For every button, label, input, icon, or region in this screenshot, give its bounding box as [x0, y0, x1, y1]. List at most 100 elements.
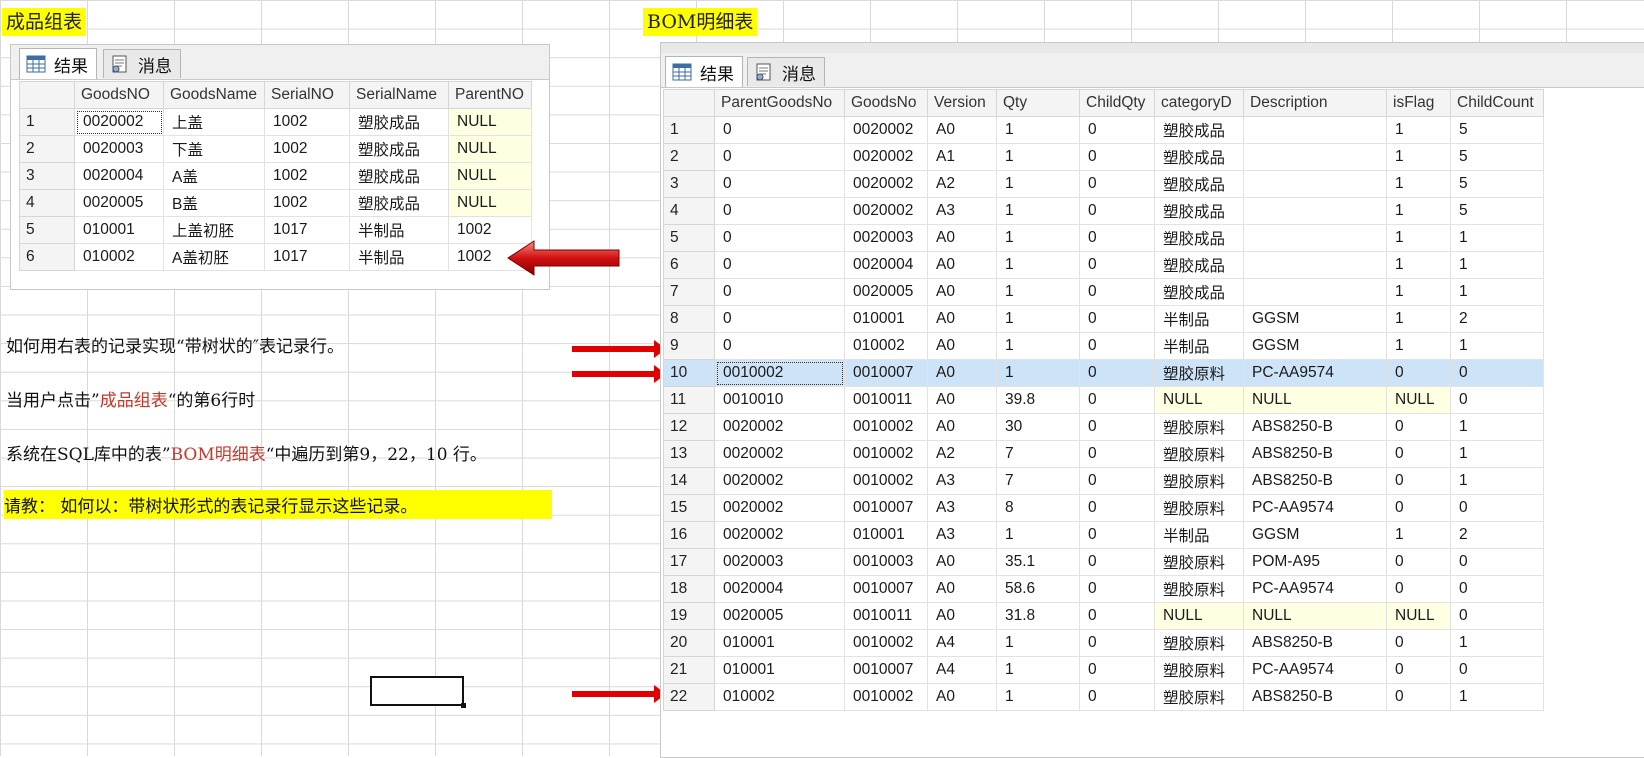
- row-number[interactable]: 13: [663, 440, 715, 468]
- table-cell[interactable]: A0: [927, 305, 997, 333]
- table-cell[interactable]: 010002: [844, 332, 928, 360]
- table-cell[interactable]: 1: [1450, 224, 1544, 252]
- table-cell[interactable]: 0020003: [74, 135, 164, 163]
- table-cell[interactable]: PC-AA9574: [1243, 656, 1387, 684]
- column-header[interactable]: isFlag: [1386, 89, 1451, 117]
- table-cell[interactable]: 0020004: [74, 162, 164, 190]
- table-cell[interactable]: 1: [1386, 278, 1451, 306]
- table-cell[interactable]: 0: [1386, 656, 1451, 684]
- table-cell[interactable]: 010001: [844, 521, 928, 549]
- table-cell[interactable]: 0020002: [714, 413, 845, 441]
- table-cell[interactable]: 0: [1450, 359, 1544, 387]
- row-number[interactable]: 1: [663, 116, 715, 144]
- table-cell[interactable]: A3: [927, 197, 997, 225]
- table-cell[interactable]: 0020002: [844, 170, 928, 198]
- table-cell[interactable]: 0: [714, 224, 845, 252]
- table-cell[interactable]: A0: [927, 251, 997, 279]
- table-row[interactable]: 20 010001 0010002 A4 1 0 塑胶原料 ABS8250-B 0 1: [663, 629, 1544, 657]
- table-cell[interactable]: 1: [996, 197, 1080, 225]
- table-cell[interactable]: 2: [1450, 521, 1544, 549]
- table-cell[interactable]: 1: [996, 251, 1080, 279]
- table-row[interactable]: 5 010001 上盖初胚 1017 半制品 1002: [19, 216, 532, 244]
- table-cell[interactable]: 塑胶原料: [1154, 548, 1244, 576]
- table-cell[interactable]: 塑胶成品: [1154, 116, 1244, 144]
- table-cell[interactable]: 0: [1079, 359, 1155, 387]
- table-cell[interactable]: 0010002: [844, 683, 928, 711]
- table-row[interactable]: 2 0020003 下盖 1002 塑胶成品 NULL: [19, 135, 532, 163]
- table-cell[interactable]: ABS8250-B: [1243, 413, 1387, 441]
- table-cell[interactable]: 上盖: [163, 108, 265, 136]
- row-number[interactable]: 3: [663, 170, 715, 198]
- table-cell[interactable]: 0: [714, 170, 845, 198]
- left-tab-results[interactable]: 结果: [19, 48, 97, 79]
- row-number[interactable]: 20: [663, 629, 715, 657]
- table-cell[interactable]: [1243, 224, 1387, 252]
- table-cell[interactable]: A3: [927, 494, 997, 522]
- table-cell[interactable]: 0: [1079, 332, 1155, 360]
- row-number[interactable]: 2: [663, 143, 715, 171]
- table-cell[interactable]: [1243, 197, 1387, 225]
- table-cell[interactable]: 1: [1450, 467, 1544, 495]
- row-number[interactable]: 6: [19, 243, 75, 271]
- table-cell[interactable]: 0: [1079, 521, 1155, 549]
- table-cell[interactable]: 0: [1079, 602, 1155, 630]
- table-row[interactable]: 13 0020002 0010002 A2 7 0 塑胶原料 ABS8250-B 0 1: [663, 440, 1544, 468]
- table-cell[interactable]: NULL: [448, 162, 532, 190]
- table-cell[interactable]: 0: [714, 278, 845, 306]
- table-cell[interactable]: ABS8250-B: [1243, 629, 1387, 657]
- table-cell[interactable]: 1: [996, 278, 1080, 306]
- table-cell[interactable]: [1243, 278, 1387, 306]
- column-header[interactable]: ChildQty: [1079, 89, 1155, 117]
- table-cell[interactable]: 0: [1079, 278, 1155, 306]
- table-cell[interactable]: 0: [1450, 656, 1544, 684]
- table-cell[interactable]: 5: [1450, 197, 1544, 225]
- table-row[interactable]: 17 0020003 0010003 A0 35.1 0 塑胶原料 POM-A95 0 0: [663, 548, 1544, 576]
- table-row[interactable]: 3 0 0020002 A2 1 0 塑胶成品 1 5: [663, 170, 1544, 198]
- table-cell[interactable]: 1: [1450, 332, 1544, 360]
- row-header-corner[interactable]: [663, 89, 715, 117]
- table-cell[interactable]: A盖初胚: [163, 243, 265, 271]
- table-cell[interactable]: 0: [1386, 359, 1451, 387]
- table-cell[interactable]: 0010003: [844, 548, 928, 576]
- table-cell[interactable]: 0020002: [844, 197, 928, 225]
- table-cell[interactable]: 塑胶成品: [1154, 170, 1244, 198]
- table-cell[interactable]: 0010002: [844, 413, 928, 441]
- table-cell[interactable]: ABS8250-B: [1243, 683, 1387, 711]
- table-cell[interactable]: 0: [1079, 143, 1155, 171]
- table-cell[interactable]: 0: [1079, 629, 1155, 657]
- table-cell[interactable]: 1: [1386, 521, 1451, 549]
- table-cell[interactable]: 010002: [714, 683, 845, 711]
- table-cell[interactable]: A0: [927, 602, 997, 630]
- table-cell[interactable]: 1: [1386, 224, 1451, 252]
- table-cell[interactable]: 0010011: [844, 386, 928, 414]
- table-cell[interactable]: 0010007: [844, 494, 928, 522]
- table-cell[interactable]: 1: [1386, 332, 1451, 360]
- table-cell[interactable]: 0: [1450, 575, 1544, 603]
- table-cell[interactable]: 58.6: [996, 575, 1080, 603]
- column-header[interactable]: SerialNO: [264, 81, 350, 109]
- table-cell[interactable]: 0: [1079, 386, 1155, 414]
- table-row[interactable]: 8 0 010001 A0 1 0 半制品 GGSM 1 2: [663, 305, 1544, 333]
- table-cell[interactable]: A3: [927, 467, 997, 495]
- table-cell[interactable]: 0: [714, 305, 845, 333]
- table-cell[interactable]: 1: [996, 656, 1080, 684]
- table-cell[interactable]: 0: [1079, 656, 1155, 684]
- row-number[interactable]: 15: [663, 494, 715, 522]
- table-cell[interactable]: 0: [714, 116, 845, 144]
- table-cell[interactable]: 5: [1450, 170, 1544, 198]
- table-cell[interactable]: 0020002: [844, 143, 928, 171]
- left-tab-messages[interactable]: 消息: [103, 49, 181, 78]
- table-cell[interactable]: 0: [714, 143, 845, 171]
- table-cell[interactable]: 1: [1386, 170, 1451, 198]
- table-row[interactable]: 6 010002 A盖初胚 1017 半制品 1002: [19, 243, 532, 271]
- table-cell[interactable]: 2: [1450, 305, 1544, 333]
- table-cell[interactable]: A3: [927, 521, 997, 549]
- table-cell[interactable]: 1: [996, 143, 1080, 171]
- table-cell[interactable]: A1: [927, 143, 997, 171]
- row-number[interactable]: 9: [663, 332, 715, 360]
- table-cell[interactable]: 0: [1079, 305, 1155, 333]
- table-cell[interactable]: 1: [1386, 143, 1451, 171]
- row-number[interactable]: 4: [663, 197, 715, 225]
- table-cell[interactable]: 1: [1386, 251, 1451, 279]
- table-cell[interactable]: 0010010: [714, 386, 845, 414]
